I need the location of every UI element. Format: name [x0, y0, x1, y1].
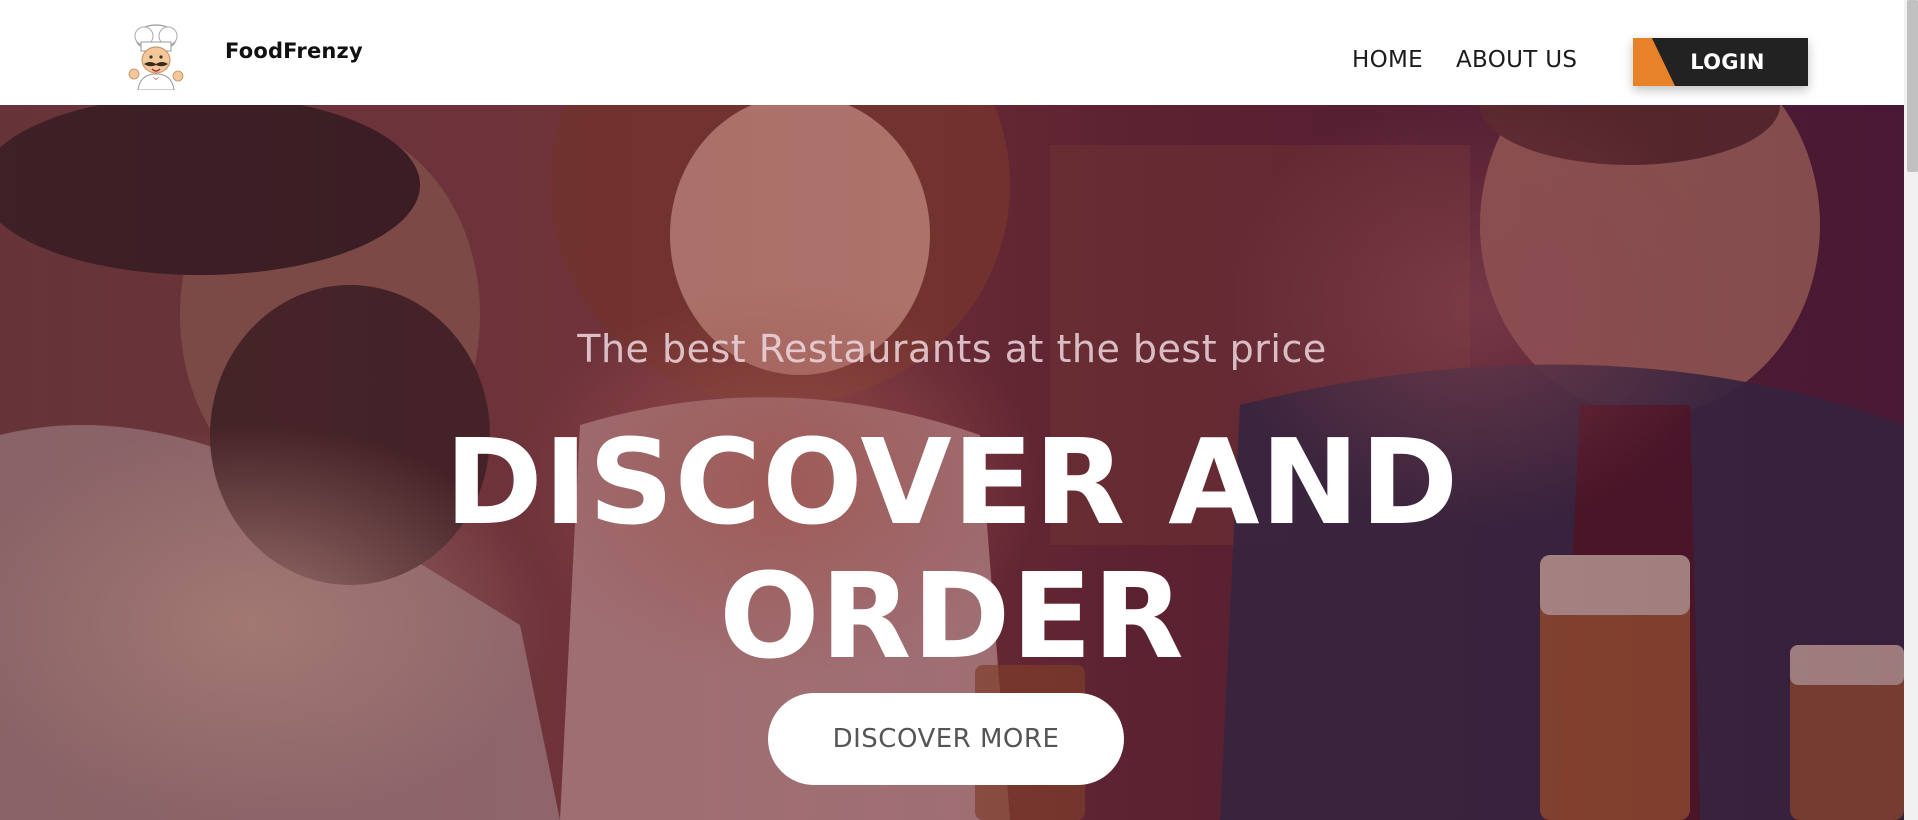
nav-about-link[interactable]: ABOUT US	[1456, 47, 1577, 73]
login-accent-corner	[1633, 38, 1675, 86]
hero-headline-line1: DISCOVER AND	[444, 413, 1460, 551]
nav-home-link[interactable]: HOME	[1352, 47, 1423, 73]
brand-name[interactable]: FoodFrenzy	[225, 39, 363, 63]
page: FoodFrenzy HOME ABOUT US LOGIN The best …	[0, 0, 1918, 820]
page-scrollbar[interactable]	[1904, 0, 1918, 820]
scrollbar-thumb[interactable]	[1907, 0, 1918, 172]
hero-headline-line2: ORDER	[719, 547, 1185, 685]
login-button[interactable]: LOGIN	[1633, 38, 1808, 86]
discover-more-button[interactable]: DISCOVER MORE	[768, 693, 1124, 785]
hero-headline: DISCOVER AND ORDER	[0, 415, 1904, 683]
chef-logo-icon[interactable]	[124, 22, 188, 90]
hero-section: The best Restaurants at the best price D…	[0, 105, 1904, 820]
login-button-label: LOGIN	[1690, 50, 1765, 74]
hero-tagline: The best Restaurants at the best price	[577, 327, 1327, 371]
site-header: FoodFrenzy HOME ABOUT US LOGIN	[0, 0, 1904, 105]
